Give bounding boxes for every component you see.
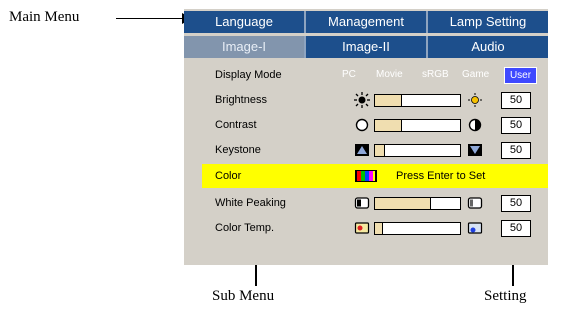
mode-option-srgb[interactable]: sRGB [422, 63, 449, 87]
color-temp-cool-icon [467, 222, 483, 234]
contrast-slider[interactable] [374, 119, 461, 132]
keystone-up-icon [355, 144, 369, 156]
brightness-value: 50 [501, 92, 531, 109]
white-peaking-slider[interactable] [374, 197, 461, 210]
tab-image-i[interactable]: Image-I [184, 36, 306, 58]
keystone-down-icon [468, 144, 482, 156]
keystone-label: Keystone [215, 144, 261, 156]
keystone-row[interactable]: Keystone 50 [184, 138, 548, 162]
tab-lamp-setting[interactable]: Lamp Setting [428, 11, 548, 33]
color-temp-value: 50 [501, 220, 531, 237]
tab-image-ii[interactable]: Image-II [306, 36, 428, 58]
keystone-slider[interactable] [374, 144, 461, 157]
mode-option-pc[interactable]: PC [342, 63, 356, 87]
white-peaking-row[interactable]: White Peaking 50 [184, 191, 548, 215]
brightness-row[interactable]: Brightness 50 [184, 88, 548, 112]
white-peaking-value: 50 [501, 195, 531, 212]
color-row[interactable]: Color Press Enter to Set [202, 164, 548, 188]
osd-menu-panel: Language Management Lamp Setting Image-I… [184, 9, 548, 265]
contrast-value: 50 [501, 117, 531, 134]
white-peaking-label: White Peaking [215, 197, 286, 209]
display-mode-label: Display Mode [215, 69, 282, 81]
mode-option-movie[interactable]: Movie [376, 63, 403, 87]
color-temp-slider[interactable] [374, 222, 461, 235]
color-temp-row[interactable]: Color Temp. 50 [184, 216, 548, 240]
tab-management[interactable]: Management [306, 11, 428, 33]
color-press-enter-text: Press Enter to Set [396, 170, 486, 182]
keystone-value: 50 [501, 142, 531, 159]
mode-option-user-selected[interactable]: User [504, 67, 537, 84]
sun-high-icon [468, 93, 482, 107]
contrast-label: Contrast [215, 119, 257, 131]
main-menu-pointer-line [116, 18, 188, 19]
brightness-slider-fill [375, 95, 402, 106]
sun-low-icon [354, 92, 370, 108]
brightness-slider[interactable] [374, 94, 461, 107]
keystone-slider-fill [375, 145, 385, 156]
tab-language[interactable]: Language [184, 11, 306, 33]
sub-menu-annotation: Sub Menu [212, 288, 275, 304]
tab-audio[interactable]: Audio [428, 36, 548, 58]
white-peaking-high-icon [467, 197, 483, 209]
contrast-row[interactable]: Contrast 50 [184, 113, 548, 137]
white-peaking-slider-fill [375, 198, 432, 209]
contrast-low-icon [355, 118, 369, 132]
mode-option-game[interactable]: Game [462, 63, 489, 87]
brightness-label: Brightness [215, 94, 267, 106]
color-temp-warm-icon [354, 222, 370, 234]
sub-menu-tabs: Image-I Image-II Audio [184, 36, 548, 58]
main-menu-annotation: Main Menu [9, 9, 80, 25]
display-mode-row[interactable]: Display Mode PC Movie sRGB Game User [184, 63, 548, 87]
white-peaking-low-icon [354, 197, 370, 209]
setting-annotation: Setting [484, 288, 527, 304]
color-temp-slider-fill [375, 223, 383, 234]
main-menu-tabs: Language Management Lamp Setting [184, 11, 548, 33]
contrast-high-icon [468, 118, 482, 132]
color-temp-label: Color Temp. [215, 222, 275, 234]
color-label: Color [215, 170, 242, 182]
contrast-slider-fill [375, 120, 402, 131]
color-bars-icon [355, 170, 377, 182]
